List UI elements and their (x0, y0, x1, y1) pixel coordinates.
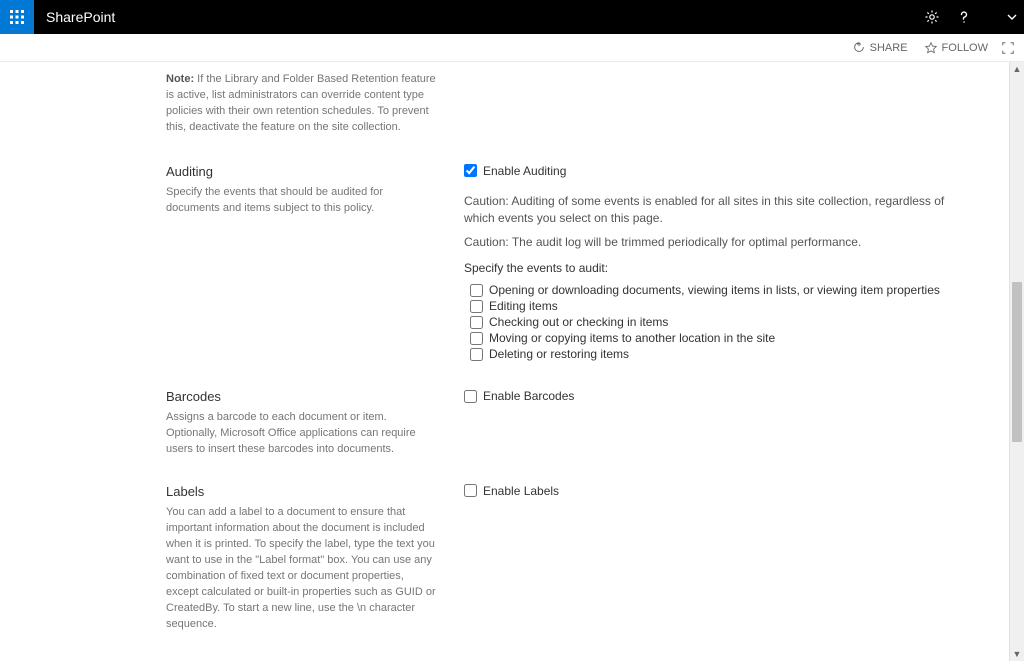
enable-auditing-label: Enable Auditing (483, 164, 566, 178)
auditing-caution-1: Caution: Auditing of some events is enab… (464, 193, 959, 227)
audit-event-checkbox[interactable]: Checking out or checking in items (470, 315, 959, 329)
auditing-title: Auditing (166, 164, 436, 179)
audit-event-checkbox[interactable]: Deleting or restoring items (470, 347, 959, 361)
auditing-events-label: Specify the events to audit: (464, 261, 959, 275)
help-button[interactable] (948, 0, 980, 34)
auditing-description: Specify the events that should be audite… (166, 185, 436, 217)
audit-event-input[interactable] (470, 316, 483, 329)
labels-title: Labels (166, 484, 436, 499)
follow-label: FOLLOW (942, 42, 988, 54)
focus-icon (1001, 41, 1015, 55)
audit-event-label: Deleting or restoring items (489, 347, 629, 361)
labels-description: You can add a label to a document to ens… (166, 505, 436, 633)
suite-brand: SharePoint (46, 9, 115, 25)
gear-icon (924, 9, 940, 25)
enable-barcodes-checkbox[interactable]: Enable Barcodes (464, 389, 574, 403)
page-content: Note: If the Library and Folder Based Re… (0, 62, 1009, 661)
user-menu-button[interactable] (1000, 0, 1024, 34)
audit-event-label: Opening or downloading documents, viewin… (489, 283, 940, 297)
audit-event-input[interactable] (470, 284, 483, 297)
retention-note: Note: If the Library and Folder Based Re… (166, 62, 969, 156)
app-launcher-button[interactable] (0, 0, 34, 34)
audit-event-checkbox[interactable]: Moving or copying items to another locat… (470, 331, 959, 345)
enable-auditing-input[interactable] (464, 164, 477, 177)
barcodes-description: Assigns a barcode to each document or it… (166, 410, 436, 458)
audit-event-input[interactable] (470, 332, 483, 345)
help-icon (956, 9, 972, 25)
scroll-up-icon[interactable]: ▲ (1010, 62, 1024, 76)
waffle-icon (9, 9, 25, 25)
page-commands-bar: SHARE FOLLOW (0, 34, 1024, 62)
labels-section: Labels You can add a label to a document… (166, 476, 969, 651)
audit-event-label: Editing items (489, 299, 558, 313)
audit-event-input[interactable] (470, 348, 483, 361)
enable-labels-checkbox[interactable]: Enable Labels (464, 484, 559, 498)
audit-event-input[interactable] (470, 300, 483, 313)
suite-bar: SharePoint (0, 0, 1024, 34)
barcodes-title: Barcodes (166, 389, 436, 404)
chevron-down-icon (1004, 9, 1020, 25)
focus-button[interactable] (998, 41, 1018, 55)
auditing-caution-2: Caution: The audit log will be trimmed p… (464, 234, 959, 251)
enable-barcodes-label: Enable Barcodes (483, 389, 574, 403)
barcodes-section: Barcodes Assigns a barcode to each docum… (166, 381, 969, 476)
audit-event-label: Moving or copying items to another locat… (489, 331, 775, 345)
audit-event-checkbox[interactable]: Editing items (470, 299, 959, 313)
note-text: If the Library and Folder Based Retentio… (166, 73, 436, 133)
enable-barcodes-input[interactable] (464, 390, 477, 403)
share-icon (852, 41, 866, 55)
settings-button[interactable] (916, 0, 948, 34)
note-label: Note: (166, 73, 194, 85)
scroll-down-icon[interactable]: ▼ (1010, 647, 1024, 661)
share-label: SHARE (870, 42, 908, 54)
enable-labels-input[interactable] (464, 484, 477, 497)
form-buttons: OK Cancel (166, 650, 969, 661)
enable-labels-label: Enable Labels (483, 484, 559, 498)
follow-button[interactable]: FOLLOW (918, 41, 994, 55)
vertical-scrollbar[interactable]: ▲ ▼ (1009, 62, 1024, 661)
audit-event-label: Checking out or checking in items (489, 315, 668, 329)
scrollbar-thumb[interactable] (1012, 282, 1022, 442)
enable-auditing-checkbox[interactable]: Enable Auditing (464, 164, 566, 178)
share-button[interactable]: SHARE (846, 41, 914, 55)
audit-event-checkbox[interactable]: Opening or downloading documents, viewin… (470, 283, 959, 297)
auditing-section: Auditing Specify the events that should … (166, 156, 969, 381)
star-icon (924, 41, 938, 55)
